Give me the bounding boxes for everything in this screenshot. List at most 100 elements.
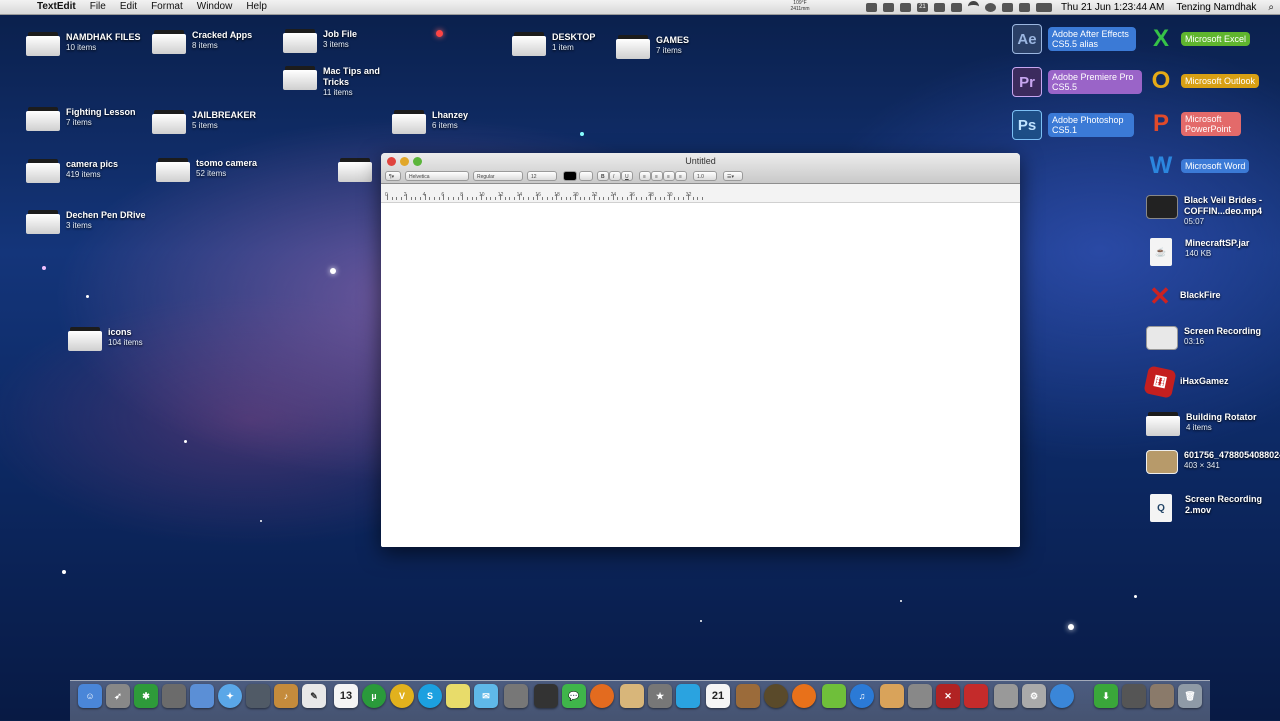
desktop-folder[interactable]: NAMDHAK FILES 10 items [26, 32, 141, 58]
app-icon[interactable] [1050, 684, 1074, 708]
safari-icon[interactable]: ✦ [218, 684, 242, 708]
desktop-app-word[interactable]: W Microsoft Word [1147, 152, 1250, 180]
desktop-folder[interactable]: DESKTOP 1 item [512, 32, 595, 58]
window-titlebar[interactable]: Untitled ¶▾ Helvetica Regular 12 B I U ≡… [381, 153, 1020, 184]
desktop-folder[interactable]: GAMES 7 items [616, 35, 689, 61]
spotlight-icon[interactable]: ⌕ [1262, 2, 1280, 13]
app-icon[interactable] [504, 684, 528, 708]
app-icon[interactable] [792, 684, 816, 708]
desktop-folder[interactable]: Job File 3 items [283, 29, 357, 55]
status-icon[interactable] [950, 2, 962, 12]
calendar-status-icon[interactable]: 21 [916, 2, 928, 12]
twitter-icon[interactable] [676, 684, 700, 708]
app-icon[interactable] [964, 684, 988, 708]
status-icon[interactable] [882, 2, 894, 12]
menu-format[interactable]: Format [144, 0, 190, 14]
highlight-color-well[interactable] [579, 171, 593, 181]
desktop-folder[interactable]: Mac Tips and Tricks 11 items [283, 66, 393, 98]
underline-button[interactable]: U [621, 171, 633, 181]
mail-icon[interactable]: ✉ [474, 684, 498, 708]
desktop-folder[interactable]: Lhanzey 6 items [392, 110, 468, 136]
desktop-folder[interactable]: JAILBREAKER 5 items [152, 110, 256, 136]
ruler[interactable]: 02468101214161820222426283032 [381, 184, 1020, 203]
app-icon[interactable]: ✱ [134, 684, 158, 708]
desktop-app-excel[interactable]: X Microsoft Excel [1147, 25, 1251, 53]
messages-icon[interactable]: 💬 [562, 684, 586, 708]
bluetooth-icon[interactable] [1001, 2, 1013, 12]
facetime-icon[interactable] [246, 684, 270, 708]
garageband-icon[interactable]: ♪ [274, 684, 298, 708]
app-icon[interactable] [736, 684, 760, 708]
desktop-folder[interactable]: Cracked Apps 8 items [152, 30, 252, 56]
skype-icon[interactable]: S [418, 684, 442, 708]
font-family-select[interactable]: Helvetica [405, 171, 469, 181]
battery-icon[interactable] [1035, 2, 1052, 12]
app-icon[interactable] [764, 684, 788, 708]
align-right-button[interactable]: ≡ [675, 171, 687, 181]
desktop-file-jar[interactable]: ☕ MinecraftSP.jar 140 KB [1150, 238, 1249, 266]
app-icon[interactable] [880, 684, 904, 708]
font-size-select[interactable]: 12 [527, 171, 557, 181]
desktop-app-blackfire[interactable]: ✕ BlackFire [1146, 281, 1220, 311]
desktop-app-outlook[interactable]: O Microsoft Outlook [1147, 67, 1260, 95]
app-icon[interactable] [620, 684, 644, 708]
firefox-icon[interactable] [590, 684, 614, 708]
desktop-file-video[interactable]: Black Veil Brides - COFFIN...deo.mp4 05:0… [1146, 195, 1272, 227]
desktop-folder[interactable]: icons 104 items [68, 327, 143, 353]
menu-file[interactable]: File [83, 0, 113, 14]
desktop-folder[interactable]: tsomo camera 52 items [156, 158, 257, 184]
italic-button[interactable]: I [609, 171, 621, 181]
vuze-icon[interactable]: V [390, 684, 414, 708]
list-style-select[interactable]: ☰▾ [723, 171, 743, 181]
launchpad-rocket-icon[interactable]: ➶ [106, 684, 130, 708]
app-icon[interactable] [822, 684, 846, 708]
textedit-icon[interactable]: ✎ [302, 684, 326, 708]
desktop-folder[interactable]: Dechen Pen DRive 3 items [26, 210, 146, 236]
system-preferences-icon[interactable]: ⚙ [1022, 684, 1046, 708]
text-color-well[interactable] [563, 171, 577, 181]
desktop-folder[interactable]: Fighting Lesson 7 items [26, 107, 136, 133]
align-center-button[interactable]: ≡ [651, 171, 663, 181]
trash-icon[interactable]: 🗑 [1178, 684, 1202, 708]
align-left-button[interactable]: ≡ [639, 171, 651, 181]
mission-control-icon[interactable] [162, 684, 186, 708]
ical-icon[interactable]: 13 [334, 684, 358, 708]
document-text-area[interactable] [381, 203, 1020, 547]
menu-app-name[interactable]: TextEdit [30, 0, 83, 14]
utorrent-icon[interactable]: µ [362, 684, 386, 708]
font-style-select[interactable]: Regular [473, 171, 523, 181]
desktop-folder[interactable]: Building Rotator 4 items [1146, 412, 1257, 438]
app-icon[interactable]: ★ [648, 684, 672, 708]
wifi-icon[interactable] [967, 0, 979, 14]
desktop-folder-partial[interactable] [338, 158, 372, 184]
status-icon[interactable] [865, 2, 877, 12]
desktop-app-ihaxgamez[interactable]: ⚅ iHaxGamez [1143, 365, 1229, 399]
time-machine-icon[interactable] [984, 2, 996, 12]
status-icon[interactable] [899, 2, 911, 12]
user-name[interactable]: Tenzing Namdhak [1170, 2, 1262, 13]
desktop-app-premiere[interactable]: Pr Adobe Premiere Pro CS5.5 [1012, 67, 1142, 97]
line-spacing-select[interactable]: 1.0 [693, 171, 717, 181]
desktop-app-photoshop[interactable]: Ps Adobe Photoshop CS5.1 [1012, 110, 1134, 140]
bold-button[interactable]: B [597, 171, 609, 181]
app-icon[interactable] [1150, 684, 1174, 708]
app-icon[interactable] [994, 684, 1018, 708]
desktop-file-mov[interactable]: Q Screen Recording 2.mov [1150, 494, 1265, 522]
app-icon[interactable] [534, 684, 558, 708]
preview-icon[interactable] [190, 684, 214, 708]
paragraph-styles-button[interactable]: ¶▾ [385, 171, 401, 181]
finder-icon[interactable]: ☺ [78, 684, 102, 708]
volume-icon[interactable] [1018, 2, 1030, 12]
app-icon[interactable] [908, 684, 932, 708]
align-justify-button[interactable]: ≡ [663, 171, 675, 181]
app-icon[interactable] [1122, 684, 1146, 708]
desktop-file-screen-recording[interactable]: Screen Recording 03:16 [1146, 326, 1261, 350]
menu-edit[interactable]: Edit [113, 0, 144, 14]
downloads-stack-icon[interactable]: ⬇ [1094, 684, 1118, 708]
calendar-icon[interactable]: 21 [706, 684, 730, 708]
menu-window[interactable]: Window [190, 0, 240, 14]
clock[interactable]: Thu 21 Jun 1:23:44 AM [1055, 2, 1170, 13]
desktop-app-powerpoint[interactable]: P Microsoft PowerPoint [1147, 110, 1241, 138]
desktop-file-image[interactable]: 601756_47880540880244...50_n.jpg403 × 34… [1146, 450, 1280, 474]
menu-help[interactable]: Help [239, 0, 274, 14]
